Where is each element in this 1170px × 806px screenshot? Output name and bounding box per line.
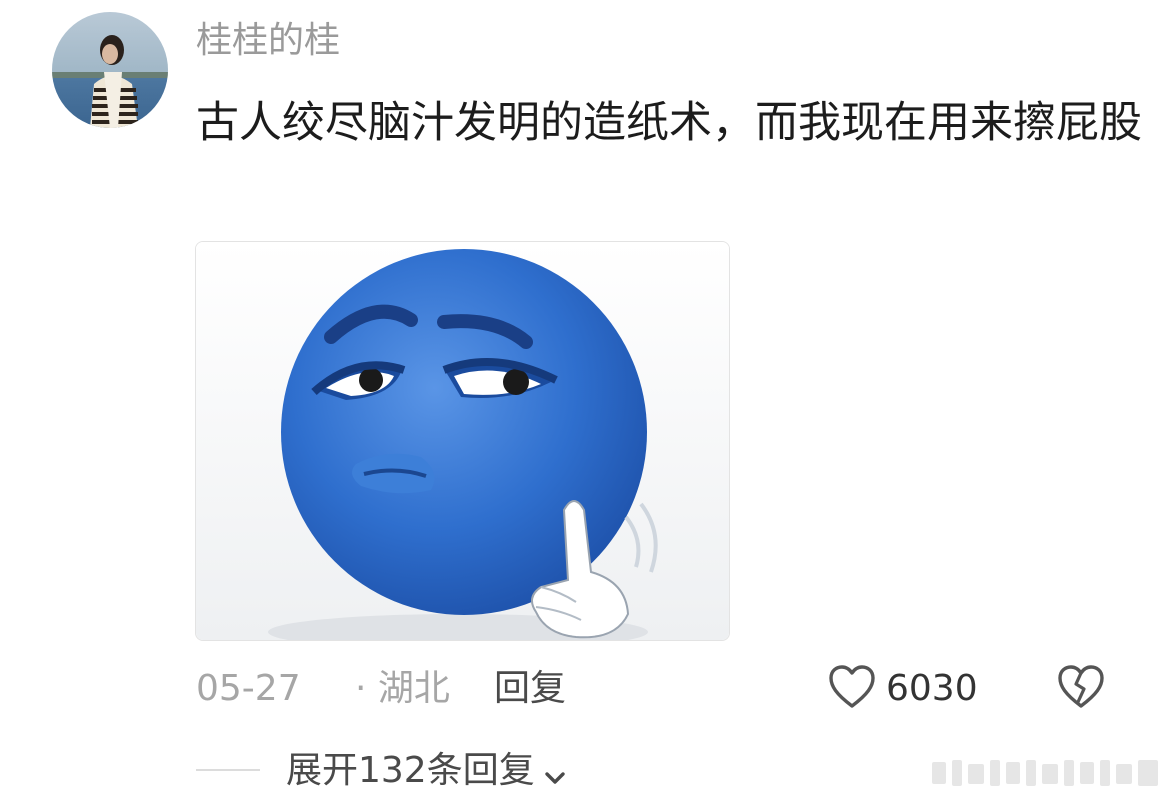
username[interactable]: 桂桂的桂 [196, 16, 340, 66]
comment-location: · 湖北 [355, 668, 450, 709]
dislike-button[interactable] [1055, 662, 1107, 714]
broken-heart-icon [1058, 665, 1104, 708]
avatar[interactable] [52, 12, 168, 128]
expand-replies-label: 展开132条回复 [286, 750, 535, 791]
chevron-down-icon [541, 756, 569, 784]
expand-replies-button[interactable]: 展开132条回复 [286, 746, 569, 796]
watermark [932, 756, 1162, 790]
comment-image[interactable] [195, 241, 730, 641]
replies-divider [196, 769, 260, 771]
heart-outline-icon [829, 665, 875, 708]
blue-emoji-image [196, 242, 729, 640]
reply-button[interactable]: 回复 [494, 664, 566, 714]
comment-text: 古人绞尽脑汁发明的造纸术，而我现在用来擦屁股 [196, 98, 1142, 148]
avatar-image [52, 12, 168, 128]
like-count: 6030 [886, 668, 978, 709]
comment-date: 05-27 [196, 668, 301, 709]
like-button[interactable] [826, 662, 878, 714]
